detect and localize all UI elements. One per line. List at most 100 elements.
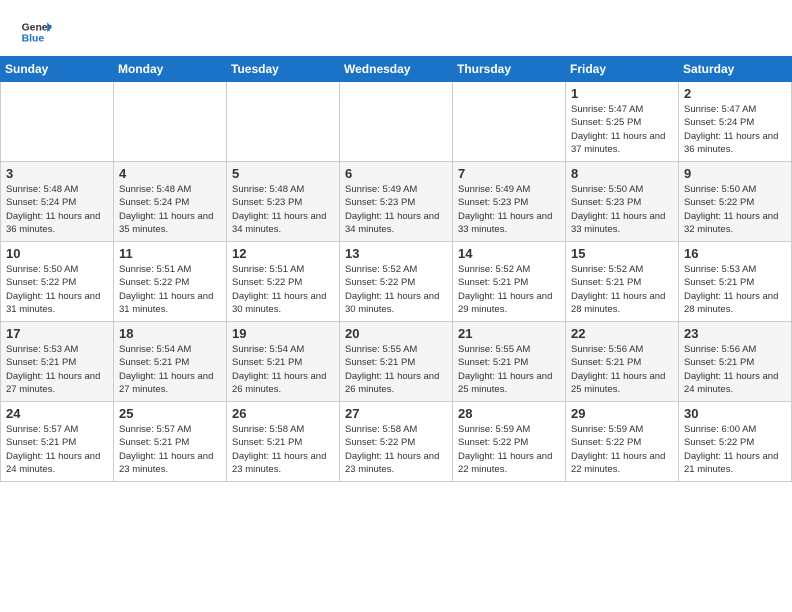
- day-number: 28: [458, 406, 560, 421]
- calendar-cell: 30 Sunrise: 6:00 AM Sunset: 5:22 PM Dayli…: [679, 402, 792, 482]
- day-number: 8: [571, 166, 673, 181]
- day-number: 11: [119, 246, 221, 261]
- calendar-cell: 9 Sunrise: 5:50 AM Sunset: 5:22 PM Daylig…: [679, 162, 792, 242]
- day-info: Sunrise: 5:48 AM Sunset: 5:24 PM Dayligh…: [6, 183, 108, 236]
- day-number: 1: [571, 86, 673, 101]
- calendar-cell: [114, 82, 227, 162]
- calendar-cell: 21 Sunrise: 5:55 AM Sunset: 5:21 PM Dayli…: [453, 322, 566, 402]
- day-number: 10: [6, 246, 108, 261]
- calendar-table: SundayMondayTuesdayWednesdayThursdayFrid…: [0, 56, 792, 482]
- day-info: Sunrise: 5:48 AM Sunset: 5:24 PM Dayligh…: [119, 183, 221, 236]
- day-info: Sunrise: 5:58 AM Sunset: 5:21 PM Dayligh…: [232, 423, 334, 476]
- day-header-friday: Friday: [566, 57, 679, 82]
- calendar-cell: [340, 82, 453, 162]
- calendar-cell: 15 Sunrise: 5:52 AM Sunset: 5:21 PM Dayli…: [566, 242, 679, 322]
- day-info: Sunrise: 5:50 AM Sunset: 5:23 PM Dayligh…: [571, 183, 673, 236]
- day-info: Sunrise: 5:54 AM Sunset: 5:21 PM Dayligh…: [119, 343, 221, 396]
- day-number: 14: [458, 246, 560, 261]
- day-info: Sunrise: 5:52 AM Sunset: 5:21 PM Dayligh…: [458, 263, 560, 316]
- calendar-cell: 28 Sunrise: 5:59 AM Sunset: 5:22 PM Dayli…: [453, 402, 566, 482]
- calendar-cell: [453, 82, 566, 162]
- day-number: 22: [571, 326, 673, 341]
- svg-text:Blue: Blue: [22, 34, 45, 45]
- day-number: 29: [571, 406, 673, 421]
- day-info: Sunrise: 5:52 AM Sunset: 5:21 PM Dayligh…: [571, 263, 673, 316]
- day-number: 6: [345, 166, 447, 181]
- day-number: 2: [684, 86, 786, 101]
- calendar-cell: 20 Sunrise: 5:55 AM Sunset: 5:21 PM Dayli…: [340, 322, 453, 402]
- day-number: 25: [119, 406, 221, 421]
- day-info: Sunrise: 5:50 AM Sunset: 5:22 PM Dayligh…: [6, 263, 108, 316]
- day-info: Sunrise: 5:59 AM Sunset: 5:22 PM Dayligh…: [458, 423, 560, 476]
- day-number: 12: [232, 246, 334, 261]
- day-number: 24: [6, 406, 108, 421]
- day-info: Sunrise: 5:54 AM Sunset: 5:21 PM Dayligh…: [232, 343, 334, 396]
- day-number: 21: [458, 326, 560, 341]
- day-info: Sunrise: 5:57 AM Sunset: 5:21 PM Dayligh…: [6, 423, 108, 476]
- calendar-cell: 22 Sunrise: 5:56 AM Sunset: 5:21 PM Dayli…: [566, 322, 679, 402]
- calendar-cell: 24 Sunrise: 5:57 AM Sunset: 5:21 PM Dayli…: [1, 402, 114, 482]
- day-number: 3: [6, 166, 108, 181]
- day-header-tuesday: Tuesday: [227, 57, 340, 82]
- calendar-week-2: 3 Sunrise: 5:48 AM Sunset: 5:24 PM Daylig…: [1, 162, 792, 242]
- day-info: Sunrise: 5:49 AM Sunset: 5:23 PM Dayligh…: [345, 183, 447, 236]
- day-number: 18: [119, 326, 221, 341]
- calendar-header-row: SundayMondayTuesdayWednesdayThursdayFrid…: [1, 57, 792, 82]
- day-info: Sunrise: 5:51 AM Sunset: 5:22 PM Dayligh…: [232, 263, 334, 316]
- day-header-thursday: Thursday: [453, 57, 566, 82]
- calendar-week-4: 17 Sunrise: 5:53 AM Sunset: 5:21 PM Dayli…: [1, 322, 792, 402]
- day-info: Sunrise: 5:55 AM Sunset: 5:21 PM Dayligh…: [345, 343, 447, 396]
- calendar-cell: 14 Sunrise: 5:52 AM Sunset: 5:21 PM Dayli…: [453, 242, 566, 322]
- day-number: 16: [684, 246, 786, 261]
- calendar-cell: 4 Sunrise: 5:48 AM Sunset: 5:24 PM Daylig…: [114, 162, 227, 242]
- calendar-cell: 16 Sunrise: 5:53 AM Sunset: 5:21 PM Dayli…: [679, 242, 792, 322]
- day-info: Sunrise: 5:48 AM Sunset: 5:23 PM Dayligh…: [232, 183, 334, 236]
- day-number: 30: [684, 406, 786, 421]
- calendar-cell: 18 Sunrise: 5:54 AM Sunset: 5:21 PM Dayli…: [114, 322, 227, 402]
- day-info: Sunrise: 5:47 AM Sunset: 5:24 PM Dayligh…: [684, 103, 786, 156]
- calendar-cell: 26Sunrise: 5:58 AM Sunset: 5:21 PM Dayli…: [227, 402, 340, 482]
- calendar-cell: 6 Sunrise: 5:49 AM Sunset: 5:23 PM Daylig…: [340, 162, 453, 242]
- calendar-cell: 2 Sunrise: 5:47 AM Sunset: 5:24 PM Daylig…: [679, 82, 792, 162]
- day-info: Sunrise: 5:56 AM Sunset: 5:21 PM Dayligh…: [571, 343, 673, 396]
- day-info: Sunrise: 5:59 AM Sunset: 5:22 PM Dayligh…: [571, 423, 673, 476]
- day-number: 15: [571, 246, 673, 261]
- calendar-cell: 1Sunrise: 5:47 AM Sunset: 5:25 PM Daylig…: [566, 82, 679, 162]
- calendar-cell: 23 Sunrise: 5:56 AM Sunset: 5:21 PM Dayli…: [679, 322, 792, 402]
- calendar-cell: [227, 82, 340, 162]
- day-info: Sunrise: 5:53 AM Sunset: 5:21 PM Dayligh…: [6, 343, 108, 396]
- day-header-saturday: Saturday: [679, 57, 792, 82]
- day-header-sunday: Sunday: [1, 57, 114, 82]
- calendar-cell: 19Sunrise: 5:54 AM Sunset: 5:21 PM Dayli…: [227, 322, 340, 402]
- calendar-cell: 3 Sunrise: 5:48 AM Sunset: 5:24 PM Daylig…: [1, 162, 114, 242]
- day-number: 23: [684, 326, 786, 341]
- day-number: 5: [232, 166, 334, 181]
- day-header-monday: Monday: [114, 57, 227, 82]
- calendar-week-1: 1Sunrise: 5:47 AM Sunset: 5:25 PM Daylig…: [1, 82, 792, 162]
- calendar-cell: 25 Sunrise: 5:57 AM Sunset: 5:21 PM Dayli…: [114, 402, 227, 482]
- day-header-wednesday: Wednesday: [340, 57, 453, 82]
- page-header: General Blue: [0, 0, 792, 56]
- day-info: Sunrise: 6:00 AM Sunset: 5:22 PM Dayligh…: [684, 423, 786, 476]
- day-info: Sunrise: 5:57 AM Sunset: 5:21 PM Dayligh…: [119, 423, 221, 476]
- logo: General Blue: [20, 16, 52, 48]
- calendar-cell: 13Sunrise: 5:52 AM Sunset: 5:22 PM Dayli…: [340, 242, 453, 322]
- day-number: 17: [6, 326, 108, 341]
- day-info: Sunrise: 5:49 AM Sunset: 5:23 PM Dayligh…: [458, 183, 560, 236]
- calendar-cell: 10 Sunrise: 5:50 AM Sunset: 5:22 PM Dayli…: [1, 242, 114, 322]
- day-info: Sunrise: 5:51 AM Sunset: 5:22 PM Dayligh…: [119, 263, 221, 316]
- day-info: Sunrise: 5:50 AM Sunset: 5:22 PM Dayligh…: [684, 183, 786, 236]
- day-number: 20: [345, 326, 447, 341]
- calendar-week-3: 10 Sunrise: 5:50 AM Sunset: 5:22 PM Dayli…: [1, 242, 792, 322]
- calendar-cell: 5 Sunrise: 5:48 AM Sunset: 5:23 PM Daylig…: [227, 162, 340, 242]
- day-info: Sunrise: 5:55 AM Sunset: 5:21 PM Dayligh…: [458, 343, 560, 396]
- day-number: 9: [684, 166, 786, 181]
- day-info: Sunrise: 5:56 AM Sunset: 5:21 PM Dayligh…: [684, 343, 786, 396]
- calendar-cell: 17 Sunrise: 5:53 AM Sunset: 5:21 PM Dayli…: [1, 322, 114, 402]
- day-number: 27: [345, 406, 447, 421]
- day-info: Sunrise: 5:53 AM Sunset: 5:21 PM Dayligh…: [684, 263, 786, 316]
- calendar-cell: 8 Sunrise: 5:50 AM Sunset: 5:23 PM Daylig…: [566, 162, 679, 242]
- day-number: 4: [119, 166, 221, 181]
- calendar-cell: 7Sunrise: 5:49 AM Sunset: 5:23 PM Daylig…: [453, 162, 566, 242]
- calendar-cell: [1, 82, 114, 162]
